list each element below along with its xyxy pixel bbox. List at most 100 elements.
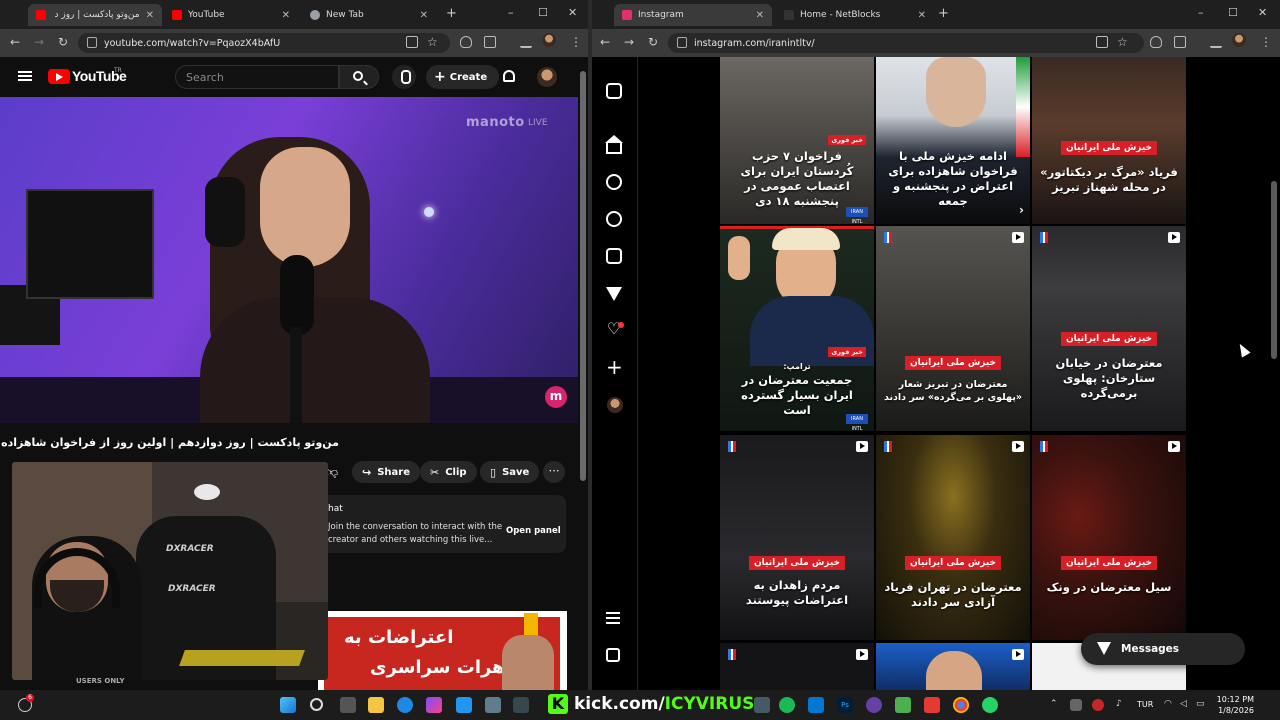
post-tile[interactable]: خیزش ملی ایرانیان مردم زاهدان به اعتراضا… <box>720 435 874 640</box>
tray-app-icon[interactable] <box>1092 699 1104 711</box>
youtube-logo-icon[interactable] <box>48 69 70 84</box>
address-bar[interactable]: youtube.com/watch?v=PqaozX4bAfU <box>78 33 450 53</box>
site-info-icon[interactable] <box>677 37 687 48</box>
maximize-icon[interactable]: ☐ <box>1228 6 1238 19</box>
page-scrollbar[interactable] <box>578 57 588 690</box>
chrome-icon[interactable] <box>953 697 969 713</box>
app-icon[interactable] <box>895 697 911 713</box>
post-tile[interactable]: خبر فوری فراخوان ۷ حزب کُردستان ایران بر… <box>720 57 874 224</box>
minimize-icon[interactable]: – <box>1198 6 1204 19</box>
tray-chevron-icon[interactable]: ⌃ <box>1050 699 1058 709</box>
post-tile[interactable] <box>720 643 874 690</box>
maximize-icon[interactable]: ☐ <box>538 6 548 19</box>
menu-kebab-icon[interactable]: ⋮ <box>1260 35 1272 49</box>
profile-avatar[interactable] <box>542 33 556 47</box>
search-button[interactable] <box>339 65 379 89</box>
notifications-bell-icon[interactable] <box>503 70 515 82</box>
close-tab-icon[interactable]: ✕ <box>146 10 154 21</box>
create-plus-icon[interactable]: + <box>606 357 623 377</box>
obs-icon[interactable] <box>866 697 882 713</box>
microphone-icon[interactable]: ♪ <box>1116 699 1122 709</box>
extensions-icon[interactable] <box>1174 36 1186 48</box>
back-arrow-icon[interactable]: ← <box>10 35 20 49</box>
save-button[interactable]: ▯ Save <box>480 461 540 483</box>
spotify-icon[interactable] <box>779 697 795 713</box>
more-menu-icon[interactable] <box>606 612 620 614</box>
windows-start-icon[interactable] <box>280 697 296 713</box>
cast-icon[interactable] <box>406 36 418 48</box>
post-tile[interactable]: ادامه خیزش ملی با فراخوان شاهزاده برای ا… <box>876 57 1030 224</box>
file-explorer-icon[interactable] <box>368 697 384 713</box>
close-tab-icon[interactable]: ✕ <box>756 10 764 21</box>
forward-arrow-icon[interactable]: → <box>34 35 44 49</box>
app-icon[interactable] <box>513 697 529 713</box>
bookmark-star-icon[interactable]: ☆ <box>1117 35 1128 49</box>
whatsapp-icon[interactable] <box>982 697 998 713</box>
edge-icon[interactable] <box>397 697 413 713</box>
forward-arrow-icon[interactable]: → <box>624 35 634 49</box>
media-icon[interactable] <box>1210 36 1222 48</box>
volume-icon[interactable]: ◁ <box>1180 699 1187 709</box>
explore-compass-icon[interactable] <box>606 211 622 227</box>
app-icon[interactable] <box>485 697 501 713</box>
copilot-icon[interactable] <box>426 697 442 713</box>
account-avatar[interactable] <box>537 67 557 87</box>
video-player[interactable]: manoto LIVE m <box>0 97 578 423</box>
post-tile[interactable]: خبر فوری ترامپ: جمعیت معترضان در ایران ب… <box>720 226 874 431</box>
minimize-icon[interactable]: – <box>508 6 514 19</box>
system-clock[interactable]: 10:12 PM 1/8/2026 <box>1212 694 1254 716</box>
tab-manoto-podcast[interactable]: من‌وتو پادکست | روز د ✕ <box>28 4 162 26</box>
battery-icon[interactable]: ▭ <box>1196 699 1205 709</box>
reels-icon[interactable] <box>606 248 622 264</box>
back-arrow-icon[interactable]: ← <box>600 35 610 49</box>
media-icon[interactable] <box>520 36 532 48</box>
shield-icon[interactable] <box>1150 36 1162 48</box>
reload-icon[interactable]: ↻ <box>58 35 68 49</box>
new-tab-plus-icon[interactable]: + <box>446 6 457 21</box>
recommended-thumbnail[interactable]: اعتراضات به تظاهرات سراسری <box>318 611 567 690</box>
post-tile[interactable]: خیزش ملی ایرانیان فریاد «مرگ بر دیکتاتور… <box>1032 57 1186 224</box>
profile-avatar[interactable] <box>1232 33 1246 47</box>
close-window-icon[interactable]: ✕ <box>1258 6 1267 19</box>
direct-messages-icon[interactable] <box>606 287 622 301</box>
menu-kebab-icon[interactable]: ⋮ <box>570 35 582 49</box>
share-button[interactable]: ↪ Share <box>352 461 421 483</box>
task-view-icon[interactable] <box>340 697 356 713</box>
messages-button[interactable]: Messages <box>1081 633 1245 665</box>
home-icon[interactable] <box>605 135 623 154</box>
post-tile[interactable]: خیزش ملی ایرانیان معترضان در خیابان ستار… <box>1032 226 1186 431</box>
new-tab-plus-icon[interactable]: + <box>938 6 949 21</box>
instagram-logo-icon[interactable] <box>606 83 622 99</box>
tray-app-icon[interactable] <box>1070 699 1082 711</box>
voice-search-mic-icon[interactable] <box>392 65 416 89</box>
tab-instagram[interactable]: Instagram ✕ <box>614 4 772 26</box>
photoshop-icon[interactable]: Ps <box>837 697 853 713</box>
notification-center-icon[interactable]: 6 <box>18 694 34 712</box>
more-actions-icon[interactable]: ⋯ <box>543 461 565 483</box>
tab-netblocks[interactable]: Home - NetBlocks ✕ <box>776 4 934 26</box>
close-tab-icon[interactable]: ✕ <box>282 10 290 21</box>
site-info-icon[interactable] <box>87 37 97 48</box>
profile-avatar[interactable] <box>607 397 623 413</box>
post-tile[interactable]: خیزش ملی ایرانیان معترضان در تهران فریاد… <box>876 435 1030 640</box>
close-window-icon[interactable]: ✕ <box>568 6 577 19</box>
post-tile[interactable] <box>876 643 1030 690</box>
extensions-icon[interactable] <box>484 36 496 48</box>
search-input[interactable]: Search <box>175 65 339 89</box>
shield-icon[interactable] <box>460 36 472 48</box>
post-tile[interactable]: خیزش ملی ایرانیان سیل معترضان در ونک <box>1032 435 1186 640</box>
search-icon[interactable] <box>310 698 323 711</box>
app-icon[interactable] <box>924 697 940 713</box>
close-tab-icon[interactable]: ✕ <box>420 10 428 21</box>
search-icon[interactable] <box>606 174 622 190</box>
create-button[interactable]: + Create <box>426 65 500 89</box>
reload-icon[interactable]: ↻ <box>648 35 658 49</box>
open-panel-button[interactable]: Open panel <box>506 526 561 536</box>
clip-button[interactable]: ✂ Clip <box>420 461 477 483</box>
post-tile[interactable]: خیزش ملی ایرانیان معترضان در تبریز شعار … <box>876 226 1030 431</box>
close-tab-icon[interactable]: ✕ <box>918 10 926 21</box>
address-bar[interactable]: instagram.com/iranintltv/ <box>668 33 1144 53</box>
input-language[interactable]: TUR <box>1137 700 1153 709</box>
page-scrollbar[interactable] <box>1268 57 1280 690</box>
also-from-meta-icon[interactable] <box>606 648 620 662</box>
